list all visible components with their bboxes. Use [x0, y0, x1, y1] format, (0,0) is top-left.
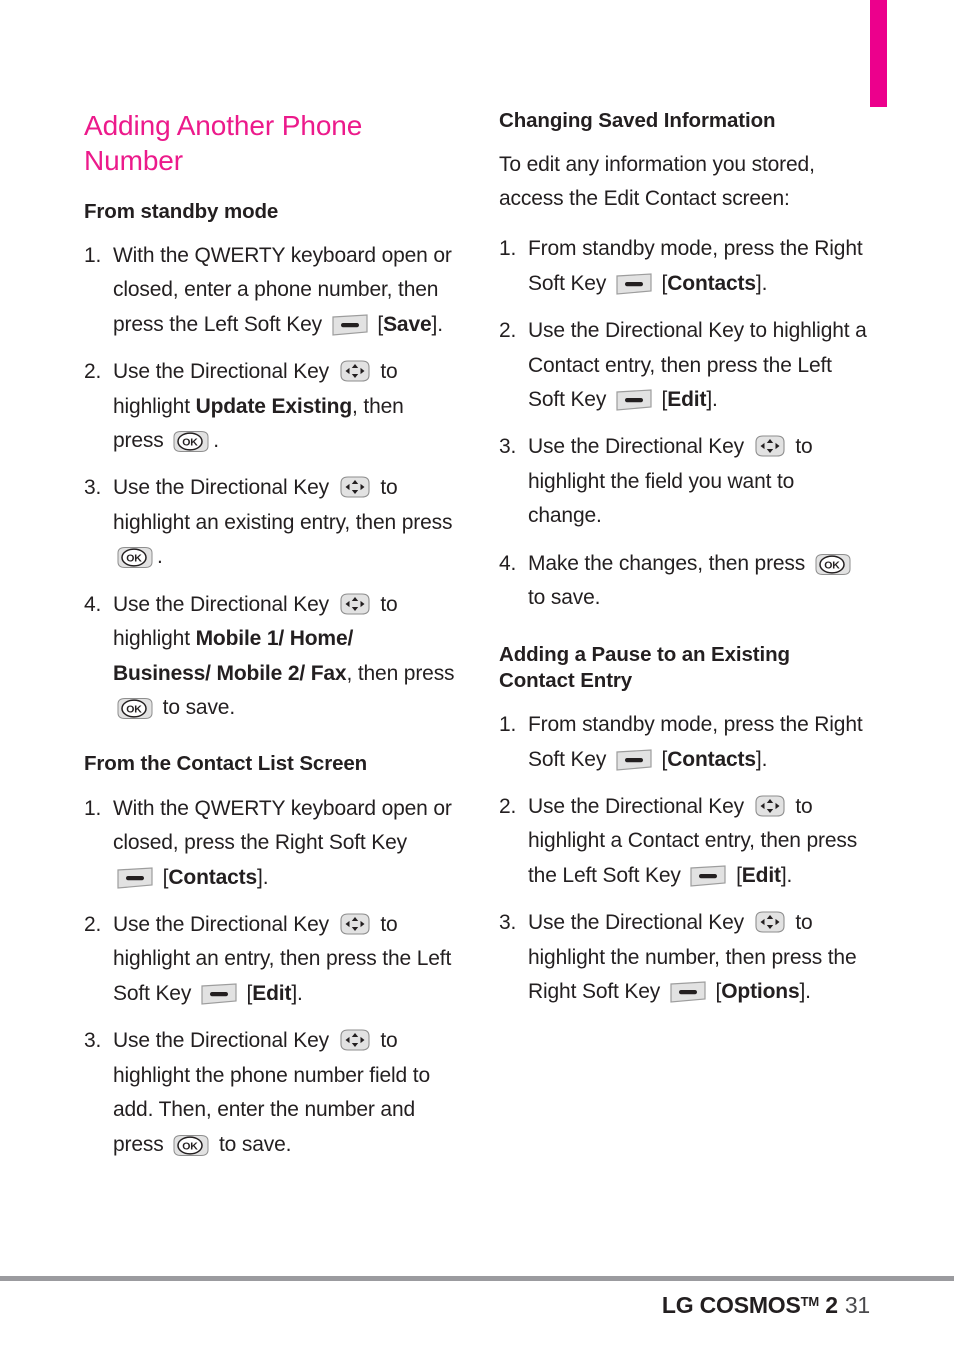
soft-key-icon — [689, 865, 727, 887]
svg-text:OK: OK — [126, 703, 142, 715]
step-item: 2. Use the Directional Key to highlight a… — [499, 790, 871, 893]
step-number: 3. — [84, 1029, 102, 1053]
step-number: 2. — [84, 913, 102, 936]
emphasised-term: Contacts — [667, 747, 756, 771]
step-item: 3. Use the Directional Key to highlight t… — [499, 906, 871, 1009]
svg-text:OK: OK — [183, 1140, 199, 1152]
section-tab-marker — [870, 0, 887, 107]
step-number: 4. — [84, 592, 102, 616]
step-item: 2. Use the Directional Key to highlight a… — [499, 314, 871, 417]
section-heading-from-standby-mode: From standby mode — [84, 199, 279, 223]
ok-key-icon: OK — [814, 553, 852, 576]
intro-paragraph: To edit any information you stored, acce… — [499, 153, 815, 211]
emphasised-term: Mobile 1/ Home/ Business/ Mobile 2/ Fax — [113, 627, 354, 685]
trademark-symbol: TM — [800, 1294, 820, 1309]
emphasised-term: Save — [383, 312, 432, 336]
step-number: 3. — [499, 911, 517, 935]
step-number: 2. — [84, 360, 102, 384]
page-number: 31 — [844, 1292, 870, 1318]
step-item: 1. With the QWERTY keyboard open or close… — [84, 239, 456, 342]
step-item: 2. Use the Directional Key to highlight U… — [84, 355, 456, 458]
step-number: 3. — [499, 435, 517, 459]
svg-text:OK: OK — [824, 559, 840, 571]
step-list-from-standby-mode: 1. With the QWERTY keyboard open or close… — [84, 239, 456, 726]
step-number: 1. — [84, 243, 102, 267]
step-number: 2. — [499, 319, 517, 343]
step-item: 3. Use the Directional Key to highlight a… — [84, 471, 456, 574]
footer-divider — [0, 1276, 954, 1281]
directional-key-icon — [338, 1028, 372, 1052]
directional-key-icon — [338, 475, 372, 499]
section-heading-from-contact-list-screen: From the Contact List Screen — [84, 752, 368, 776]
soft-key-icon — [615, 748, 653, 771]
step-item: 2. Use the Directional Key to highlight a… — [84, 908, 456, 1011]
step-item: 3. Use the Directional Key to highlight t… — [84, 1024, 456, 1162]
footer-model: 2 — [825, 1292, 838, 1318]
soft-key-icon — [200, 983, 238, 1005]
directional-key-icon — [338, 912, 372, 936]
directional-key-icon — [753, 794, 787, 818]
soft-key-icon — [116, 866, 154, 889]
right-column: Changing Saved Information To edit any i… — [499, 108, 871, 1010]
svg-text:OK: OK — [183, 436, 199, 448]
step-number: 4. — [499, 551, 517, 575]
step-number: 3. — [84, 476, 102, 500]
emphasised-term: Edit — [667, 388, 707, 412]
emphasised-term: Edit — [741, 863, 781, 887]
emphasised-term: Update Existing — [195, 394, 353, 418]
step-number: 1. — [84, 796, 102, 820]
ok-key-icon: OK — [172, 1134, 210, 1157]
emphasised-term: Edit — [252, 981, 292, 1005]
step-item: 4. Make the changes, then press OK to sav… — [499, 547, 871, 616]
page-title: Adding Another Phone Number — [84, 110, 363, 177]
footer: LG COSMOSTM 2 31 — [662, 1292, 870, 1319]
step-item: 1. With the QWERTY keyboard open or close… — [84, 792, 456, 895]
soft-key-icon — [615, 273, 653, 295]
step-item: 4. Use the Directional Key to highlight M… — [84, 588, 456, 726]
left-column: Adding Another Phone Number From standby… — [84, 108, 456, 1162]
step-list-adding-a-pause: 1. From standby mode, press the Right Sof… — [499, 708, 871, 1010]
step-list-changing-saved-information: 1. From standby mode, press the Right Sof… — [499, 232, 871, 615]
emphasised-term: Contacts — [667, 271, 756, 295]
emphasised-term: Contacts — [168, 865, 258, 889]
soft-key-icon — [331, 314, 369, 336]
section-heading-adding-a-pause: Adding a Pause to an Existing Contact En… — [499, 642, 790, 692]
manual-page: Adding Another Phone Number From standby… — [0, 0, 954, 1372]
emphasised-term: Options — [721, 980, 800, 1004]
directional-key-icon — [338, 592, 372, 616]
svg-text:OK: OK — [126, 553, 142, 565]
ok-key-icon: OK — [172, 430, 210, 453]
section-heading-changing-saved-information: Changing Saved Information — [499, 109, 776, 132]
soft-key-icon — [615, 389, 653, 411]
step-number: 1. — [499, 237, 517, 261]
directional-key-icon — [338, 359, 372, 383]
soft-key-icon — [669, 981, 707, 1003]
step-item: 1. From standby mode, press the Right Sof… — [499, 232, 871, 301]
ok-key-icon: OK — [116, 697, 154, 720]
step-item: 1. From standby mode, press the Right Sof… — [499, 708, 871, 777]
step-item: 3. Use the Directional Key to highlight t… — [499, 430, 871, 533]
step-number: 2. — [499, 794, 517, 818]
directional-key-icon — [753, 434, 787, 458]
step-list-from-contact-list-screen: 1. With the QWERTY keyboard open or close… — [84, 792, 456, 1162]
directional-key-icon — [753, 910, 787, 934]
ok-key-icon: OK — [116, 546, 154, 569]
step-number: 1. — [499, 713, 517, 737]
footer-brand: LG COSMOS — [661, 1292, 801, 1318]
